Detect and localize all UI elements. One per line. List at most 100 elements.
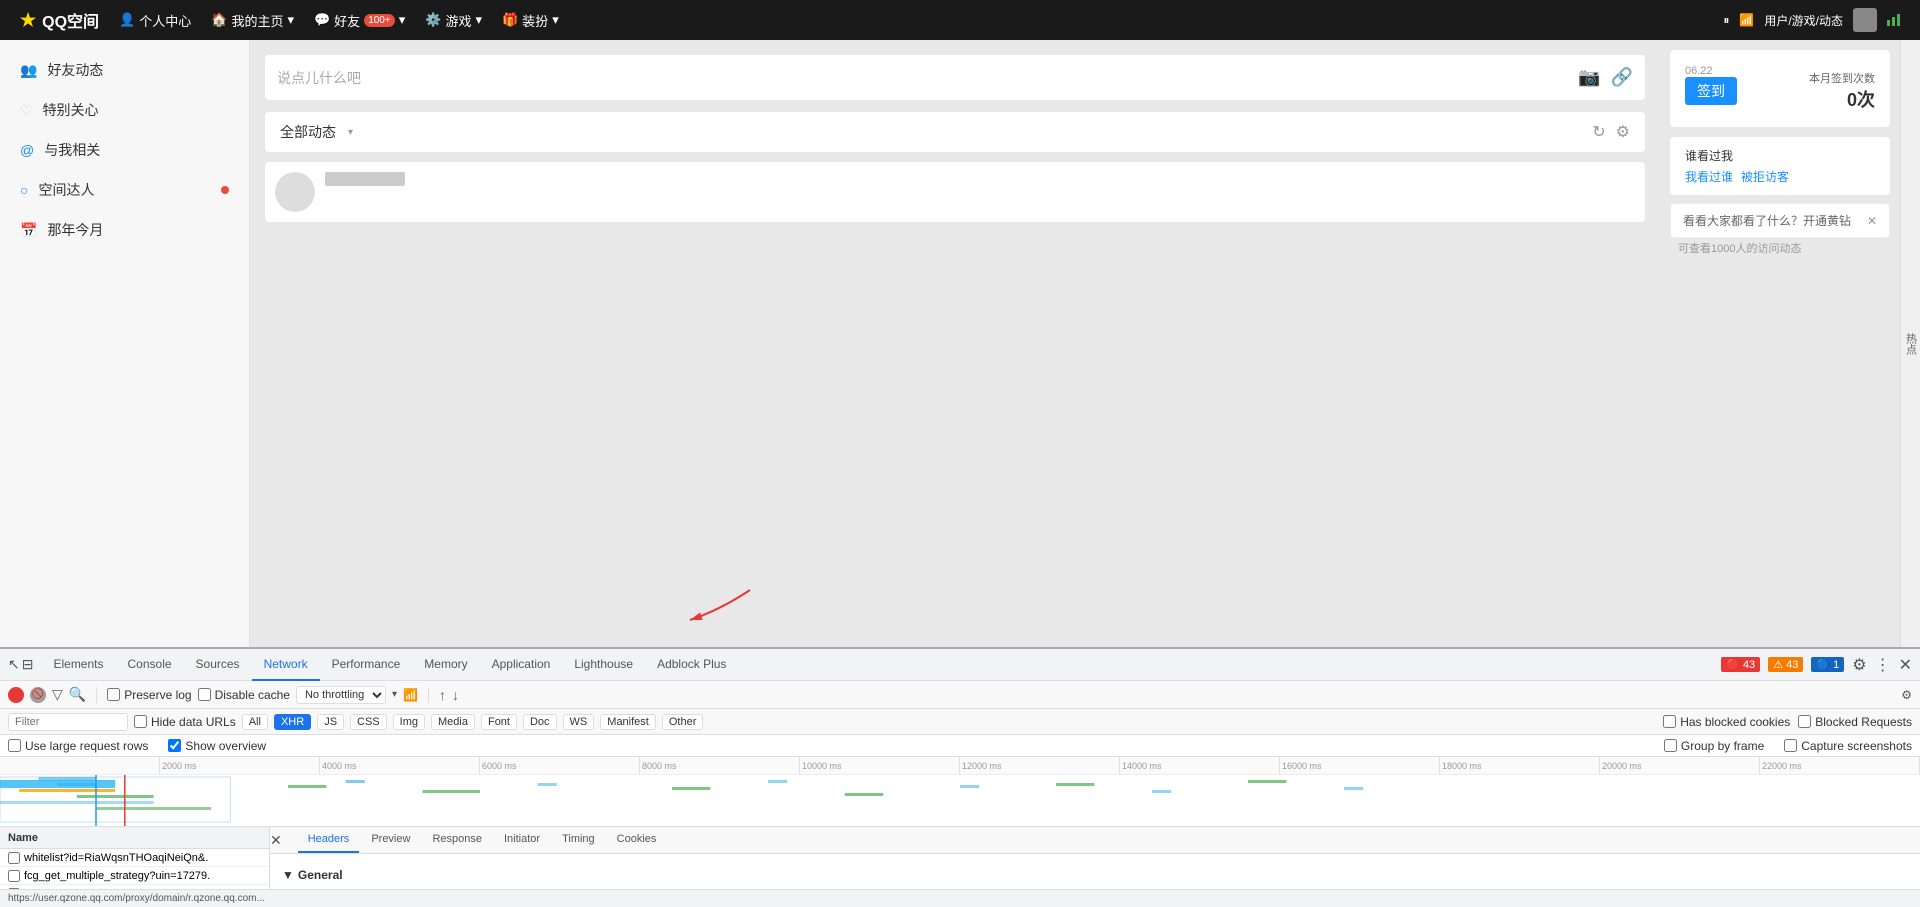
nav-personal-center[interactable]: 👤 个人中心 [119, 11, 191, 30]
blocked-requests-checkbox[interactable]: Blocked Requests [1798, 715, 1912, 729]
tab-sources[interactable]: Sources [184, 649, 252, 681]
filter-doc[interactable]: Doc [523, 714, 557, 730]
detail-tabs-wrapper: ✕ Headers Preview Response Initiator Tim… [270, 827, 1920, 854]
link-icon[interactable]: 🔗 [1611, 67, 1633, 88]
has-blocked-cookies-checkbox[interactable]: Has blocked cookies [1663, 715, 1790, 729]
detail-tab-initiator[interactable]: Initiator [494, 827, 550, 853]
tab-network[interactable]: Network [252, 649, 320, 681]
nav-my-homepage[interactable]: 🏠 我的主页 ▾ [211, 11, 294, 30]
hide-data-urls-input[interactable] [134, 715, 147, 728]
sidebar-item-space-master[interactable]: ○ 空间达人 [0, 170, 249, 210]
link-who-visited[interactable]: 我看过谁 [1685, 168, 1733, 185]
browser-content: 👥 好友动态 ♡ 特别关心 @ 与我相关 ○ 空间达人 📅 那年今月 说点儿什么… [0, 40, 1920, 647]
filter-font[interactable]: Font [481, 714, 517, 730]
detail-tab-headers[interactable]: Headers [298, 827, 360, 853]
close-detail-icon[interactable]: ✕ [270, 832, 282, 849]
tab-console[interactable]: Console [116, 649, 184, 681]
bar2 [1892, 17, 1895, 26]
gear-icon[interactable]: ⚙ [1852, 655, 1866, 675]
filter-other[interactable]: Other [662, 714, 704, 730]
cursor-icon[interactable]: ↖ [8, 656, 20, 673]
sidebar-item-related[interactable]: @ 与我相关 [0, 130, 249, 170]
chevron-down-icon: ▾ [287, 12, 294, 28]
capture-screenshots-checkbox[interactable]: Capture screenshots [1784, 739, 1912, 753]
group-by-frame-checkbox[interactable]: Group by frame [1664, 739, 1764, 753]
brand[interactable]: ★ QQ空间 [20, 8, 99, 32]
filter-ws[interactable]: WS [563, 714, 595, 730]
disable-cache-input[interactable] [198, 688, 211, 701]
activity-bar: 全部动态 ▾ ↻ ⚙ [265, 112, 1645, 152]
tab-lighthouse[interactable]: Lighthouse [562, 649, 645, 681]
capture-screenshots-input[interactable] [1784, 739, 1797, 752]
show-overview-input[interactable] [168, 739, 181, 752]
tab-application[interactable]: Application [480, 649, 563, 681]
throttle-select[interactable]: No throttling [296, 686, 386, 704]
detail-tab-response[interactable]: Response [422, 827, 492, 853]
large-rows-input[interactable] [8, 739, 21, 752]
activity-chevron[interactable]: ▾ [348, 127, 353, 138]
close-promo-icon[interactable]: ✕ [1867, 214, 1877, 228]
refresh-icon[interactable]: ↻ [1592, 122, 1605, 142]
close-devtools-icon[interactable]: ✕ [1899, 655, 1912, 675]
avatar [275, 172, 315, 212]
devtools-icons: ↖ ⊟ [8, 656, 33, 673]
settings-icon[interactable]: ⚙ [1616, 122, 1630, 142]
search-icon[interactable]: 🔍 [69, 686, 86, 703]
preserve-log-checkbox[interactable]: Preserve log [107, 688, 191, 702]
detail-tab-timing[interactable]: Timing [552, 827, 605, 853]
preserve-log-input[interactable] [107, 688, 120, 701]
tab-memory[interactable]: Memory [412, 649, 479, 681]
hot-tab[interactable]: 热点 [1900, 40, 1920, 647]
nav-friends[interactable]: 💬 好友 100+ ▾ [314, 11, 405, 30]
has-blocked-cookies-input[interactable] [1663, 715, 1676, 728]
friends-icon: 💬 [314, 12, 330, 28]
nav-dress[interactable]: 🎁 装扮 ▾ [502, 11, 559, 30]
filter-all[interactable]: All [242, 714, 268, 730]
filter-js[interactable]: JS [317, 714, 344, 730]
filter-img[interactable]: Img [393, 714, 425, 730]
request-checkbox-1[interactable] [8, 870, 20, 882]
camera-icon[interactable]: 📷 [1578, 67, 1600, 88]
signin-button[interactable]: 签到 [1685, 77, 1737, 105]
detail-tab-preview[interactable]: Preview [361, 827, 420, 853]
large-rows-checkbox[interactable]: Use large request rows [8, 739, 148, 753]
blocked-requests-input[interactable] [1798, 715, 1811, 728]
tab-adblock[interactable]: Adblock Plus [645, 649, 738, 681]
link-blocked-visitor[interactable]: 被拒访客 [1741, 168, 1789, 185]
tab-performance[interactable]: Performance [320, 649, 413, 681]
download-icon[interactable]: ↓ [452, 687, 459, 703]
tick-9: 18000 ms [1440, 757, 1600, 774]
filter-input[interactable] [8, 713, 128, 731]
detail-tab-cookies[interactable]: Cookies [607, 827, 667, 853]
record-button[interactable] [8, 687, 24, 703]
who-visited-links: 我看过谁 被拒访客 [1685, 168, 1875, 185]
filter-media[interactable]: Media [431, 714, 475, 730]
group-by-frame-input[interactable] [1664, 739, 1677, 752]
request-checkbox-0[interactable] [8, 852, 20, 864]
sidebar-item-that-year[interactable]: 📅 那年今月 [0, 210, 249, 250]
upload-icon[interactable]: ↑ [439, 687, 446, 703]
filter-css[interactable]: CSS [350, 714, 387, 730]
bar1 [1887, 20, 1890, 26]
filter-icon[interactable]: ▽ [52, 686, 63, 703]
filter-xhr[interactable]: XHR [274, 714, 311, 730]
more-icon[interactable]: ⋮ [1875, 655, 1891, 675]
show-overview-checkbox[interactable]: Show overview [168, 739, 266, 753]
pause-icon[interactable]: ⏸ [1723, 13, 1729, 28]
filter-manifest[interactable]: Manifest [600, 714, 656, 730]
split-panel-icon[interactable]: ⊟ [22, 656, 34, 673]
disable-cache-checkbox[interactable]: Disable cache [198, 688, 290, 702]
sidebar-item-friends-activity[interactable]: 👥 好友动态 [0, 50, 249, 90]
timeline-area: 2000 ms 4000 ms 6000 ms 8000 ms 10000 ms… [0, 757, 1920, 827]
detail-content-area: ▼ General Request URL: https://user.qzon… [270, 854, 1920, 889]
request-item-1[interactable]: fcg_get_multiple_strategy?uin=17279. [0, 867, 269, 885]
request-item-0[interactable]: whitelist?id=RiaWqsnTHOaqiNeiQn&. [0, 849, 269, 867]
sidebar-item-special-care[interactable]: ♡ 特别关心 [0, 90, 249, 130]
post-placeholder[interactable]: 说点儿什么吧 [277, 68, 1568, 88]
hide-data-urls-checkbox[interactable]: Hide data URLs [134, 715, 236, 729]
network-settings-icon[interactable]: ⚙ [1901, 688, 1912, 702]
clear-button[interactable]: 🚫 [30, 687, 46, 703]
tab-elements[interactable]: Elements [41, 649, 115, 681]
warning-badge: ⚠ 43 [1768, 657, 1803, 672]
nav-games[interactable]: ⚙️ 游戏 ▾ [425, 11, 482, 30]
